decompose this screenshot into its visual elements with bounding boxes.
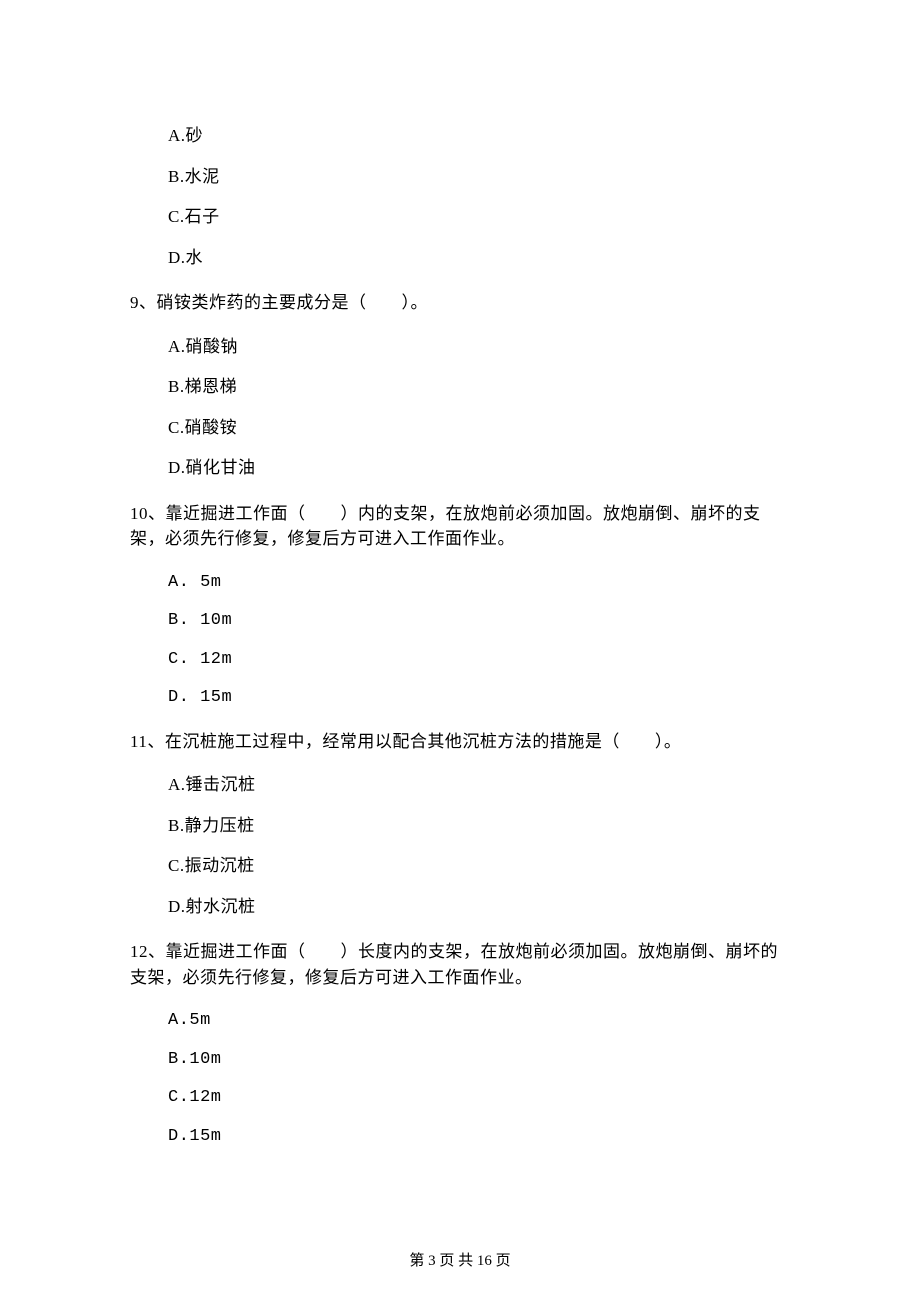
option-text: A.锤击沉桩 <box>168 775 256 794</box>
option-text: D.15m <box>168 1127 222 1146</box>
option-text: C.石子 <box>168 207 220 226</box>
option-text: B.静力压桩 <box>168 816 255 835</box>
q11-option-b: B.静力压桩 <box>168 813 790 841</box>
q9-option-c: C.硝酸铵 <box>168 415 790 443</box>
q12-option-a: A.5m <box>168 1008 790 1034</box>
q10-option-a: A. 5m <box>168 570 790 596</box>
option-text: D. 15m <box>168 688 232 707</box>
q9-option-a: A.硝酸钠 <box>168 334 790 362</box>
option-text: D.射水沉桩 <box>168 897 256 916</box>
option-text: D.水 <box>168 248 203 267</box>
q8-option-a: A.砂 <box>168 123 790 151</box>
q12-option-b: B.10m <box>168 1047 790 1073</box>
q9-stem: 9、硝铵类炸药的主要成分是（ ）。 <box>130 290 790 316</box>
exam-page: A.砂 B.水泥 C.石子 D.水 9、硝铵类炸药的主要成分是（ ）。 A.硝酸… <box>0 0 920 1302</box>
option-text: D.硝化甘油 <box>168 458 256 477</box>
q10-option-d: D. 15m <box>168 685 790 711</box>
option-text: B. 10m <box>168 611 232 630</box>
option-text: B.水泥 <box>168 167 220 186</box>
option-text: A.5m <box>168 1011 211 1030</box>
option-text: C.硝酸铵 <box>168 418 237 437</box>
q11-option-c: C.振动沉桩 <box>168 853 790 881</box>
option-text: C. 12m <box>168 650 232 669</box>
option-text: A.砂 <box>168 126 203 145</box>
page-footer: 第 3 页 共 16 页 <box>0 1250 920 1273</box>
q9-option-b: B.梯恩梯 <box>168 374 790 402</box>
q8-option-b: B.水泥 <box>168 164 790 192</box>
option-text: B.10m <box>168 1050 222 1069</box>
q12-option-c: C.12m <box>168 1085 790 1111</box>
q12-stem: 12、靠近掘进工作面（ ）长度内的支架，在放炮前必须加固。放炮崩倒、崩坏的支架，… <box>130 939 790 990</box>
q8-option-d: D.水 <box>168 245 790 273</box>
q10-option-c: C. 12m <box>168 647 790 673</box>
q11-option-d: D.射水沉桩 <box>168 894 790 922</box>
q11-option-a: A.锤击沉桩 <box>168 772 790 800</box>
q9-option-d: D.硝化甘油 <box>168 455 790 483</box>
option-text: C.12m <box>168 1088 222 1107</box>
q10-stem: 10、靠近掘进工作面（ ）内的支架，在放炮前必须加固。放炮崩倒、崩坏的支架，必须… <box>130 501 790 552</box>
option-text: A. 5m <box>168 573 222 592</box>
option-text: A.硝酸钠 <box>168 337 238 356</box>
q10-option-b: B. 10m <box>168 608 790 634</box>
q12-option-d: D.15m <box>168 1124 790 1150</box>
q8-option-c: C.石子 <box>168 204 790 232</box>
option-text: B.梯恩梯 <box>168 377 237 396</box>
option-text: C.振动沉桩 <box>168 856 255 875</box>
q11-stem: 11、在沉桩施工过程中，经常用以配合其他沉桩方法的措施是（ ）。 <box>130 729 790 755</box>
